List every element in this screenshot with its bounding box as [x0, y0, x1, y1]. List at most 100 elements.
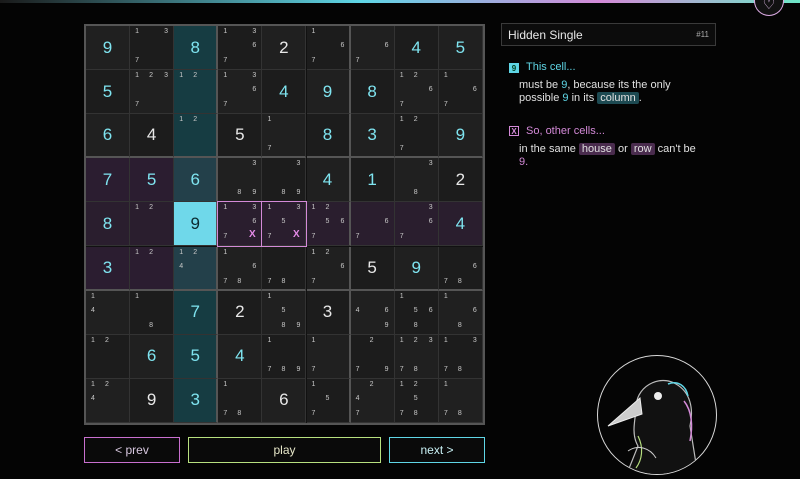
sudoku-cell[interactable]: 78 — [262, 246, 307, 291]
sudoku-cell[interactable]: 1 2 3 7 — [130, 70, 175, 115]
sudoku-cell[interactable]: 3 — [86, 246, 130, 291]
cell-candidate: 6 — [428, 306, 433, 314]
sudoku-cell[interactable]: 1678 — [218, 246, 263, 291]
sudoku-cell[interactable]: 5 — [350, 246, 395, 291]
sudoku-cell[interactable]: 1 2 4 — [174, 246, 219, 291]
sudoku-cell[interactable]: 17 — [306, 334, 351, 379]
sudoku-cell[interactable]: 2 — [218, 290, 263, 335]
sudoku-cell[interactable]: 3 8 9 — [262, 158, 307, 203]
sudoku-cell[interactable]: 5 — [174, 334, 219, 379]
sudoku-cell[interactable]: 8 — [174, 26, 219, 70]
sudoku-cell[interactable]: 67 — [350, 26, 395, 70]
cell-candidate: 7 — [223, 57, 228, 64]
cell-candidate: 7 — [399, 409, 404, 417]
sudoku-cell[interactable]: 7 — [86, 158, 130, 203]
sudoku-cell[interactable]: 1 2 5 6 7 — [306, 202, 351, 247]
sudoku-cell[interactable]: 1 3 7 8 — [438, 334, 483, 379]
sudoku-cell[interactable]: 3 6 7 — [394, 202, 439, 247]
sudoku-cell[interactable]: 5 — [86, 70, 130, 115]
sudoku-cell[interactable]: 9 — [394, 246, 439, 291]
sudoku-cell[interactable]: 3 8 9 — [218, 158, 263, 203]
sudoku-cell[interactable]: 1589 — [262, 290, 307, 335]
cell-candidate: 7 — [311, 409, 316, 417]
sudoku-cell[interactable]: 14 — [86, 290, 130, 335]
sudoku-cell[interactable]: 1 3 6 7 X — [217, 201, 264, 248]
sudoku-cell[interactable]: 18 — [130, 290, 175, 335]
sudoku-cell[interactable]: 2 7 9 — [350, 334, 395, 379]
sudoku-cell[interactable]: 9 — [438, 114, 483, 159]
sudoku-cell[interactable]: 1568 — [394, 290, 439, 335]
sudoku-cell[interactable]: 2 — [438, 158, 483, 203]
sudoku-cell[interactable]: 12 — [86, 334, 130, 379]
cell-candidate: 3 — [252, 28, 257, 35]
sudoku-cell[interactable]: 1 3 7 — [130, 26, 175, 70]
cell-candidate: 5 — [325, 394, 330, 402]
sudoku-cell[interactable]: 5 — [218, 114, 263, 159]
sudoku-cell[interactable]: 9 — [86, 26, 130, 70]
sudoku-cell[interactable]: 8 — [306, 114, 351, 159]
sudoku-cell[interactable]: 17 — [262, 114, 307, 159]
sudoku-cell[interactable]: 7 — [174, 290, 219, 335]
cell-value: 3 — [322, 302, 333, 322]
sudoku-cell[interactable]: 1 2 5 7 8 — [394, 378, 439, 423]
sudoku-cell[interactable]: 3 — [174, 378, 219, 423]
sudoku-cell[interactable]: 1 2 3 7 8 — [394, 334, 439, 379]
play-button[interactable]: play — [188, 437, 381, 463]
sudoku-cell[interactable]: 4 6 9 — [350, 290, 395, 335]
sudoku-cell[interactable]: 1 2 6 7 — [306, 246, 351, 291]
sudoku-cell[interactable]: 1789 — [262, 334, 307, 379]
sudoku-cell[interactable]: 5 — [438, 26, 483, 70]
sudoku-cell[interactable]: 8 — [86, 202, 130, 247]
sudoku-cell[interactable]: 4 — [394, 26, 439, 70]
sudoku-cell[interactable]: 67 — [350, 202, 395, 247]
sudoku-cell[interactable]: 12 — [130, 202, 175, 247]
sudoku-cell[interactable]: 12 — [174, 70, 219, 115]
sudoku-cell[interactable]: 1 2 6 7 — [394, 70, 439, 115]
sudoku-cell[interactable]: 9 — [306, 70, 351, 115]
sudoku-cell[interactable]: 12 — [130, 246, 175, 291]
cell-candidate: 1 — [311, 380, 316, 388]
cell-candidate: 3 — [428, 160, 433, 168]
sudoku-cell[interactable]: 6 — [262, 378, 307, 423]
sudoku-cell[interactable]: 1 6 8 — [438, 290, 483, 335]
sudoku-cell[interactable]: 1 3 6 7 — [218, 70, 263, 115]
sudoku-cell[interactable]: 4 — [262, 70, 307, 115]
cell-candidate: 1 — [267, 204, 272, 212]
sudoku-cell[interactable]: 4 — [438, 202, 483, 247]
sudoku-cell[interactable]: 9 — [130, 378, 175, 423]
sudoku-cell[interactable]: 8 — [350, 70, 395, 115]
sudoku-cell[interactable]: 1 3 6 7 — [218, 26, 263, 70]
sudoku-cell[interactable]: 4 — [306, 158, 351, 203]
cell-candidate: 7 — [399, 145, 404, 153]
sudoku-cell[interactable]: 1 5 7 — [306, 378, 351, 423]
sudoku-cell[interactable]: 9 — [174, 202, 219, 247]
sudoku-cell[interactable]: 1 2 7 — [394, 114, 439, 159]
sudoku-cell[interactable]: 6 — [130, 334, 175, 379]
favorite-button[interactable]: ♡ — [754, 0, 784, 16]
sudoku-cell[interactable]: 5 — [130, 158, 175, 203]
sudoku-cell[interactable]: 6 — [86, 114, 130, 159]
sudoku-cell[interactable]: 1 6 7 — [438, 70, 483, 115]
sudoku-cell[interactable]: 6 — [174, 158, 219, 203]
sudoku-cell[interactable]: 4 — [218, 334, 263, 379]
sudoku-cell[interactable]: 3 — [306, 290, 351, 335]
sudoku-cell[interactable]: 4 — [130, 114, 175, 159]
sudoku-cell[interactable]: 1 — [350, 158, 395, 203]
sudoku-cell[interactable]: 12 — [174, 114, 219, 159]
sudoku-cell[interactable]: 1 3 5 7 X — [261, 201, 308, 248]
cell-candidate: 1 — [179, 72, 184, 80]
sudoku-cell[interactable]: 1 7 8 — [438, 378, 483, 423]
sudoku-cell[interactable]: 1 7 8 — [218, 378, 263, 423]
next-button[interactable]: next > — [389, 437, 485, 463]
cell-candidate: 6 — [340, 218, 345, 226]
sudoku-cell[interactable]: 38 — [394, 158, 439, 203]
hint-title-box: Hidden Single #11 — [501, 23, 716, 46]
prev-button[interactable]: < prev — [84, 437, 180, 463]
sudoku-cell[interactable]: 2 4 7 — [350, 378, 395, 423]
sudoku-cell[interactable]: 3 — [350, 114, 395, 159]
sudoku-cell[interactable]: 1 2 4 — [86, 378, 130, 423]
sudoku-cell[interactable]: 1 6 7 — [306, 26, 351, 70]
sudoku-cell[interactable]: 6 7 8 — [438, 246, 483, 291]
cell-value: 3 — [367, 125, 377, 145]
sudoku-cell[interactable]: 2 — [262, 26, 307, 70]
